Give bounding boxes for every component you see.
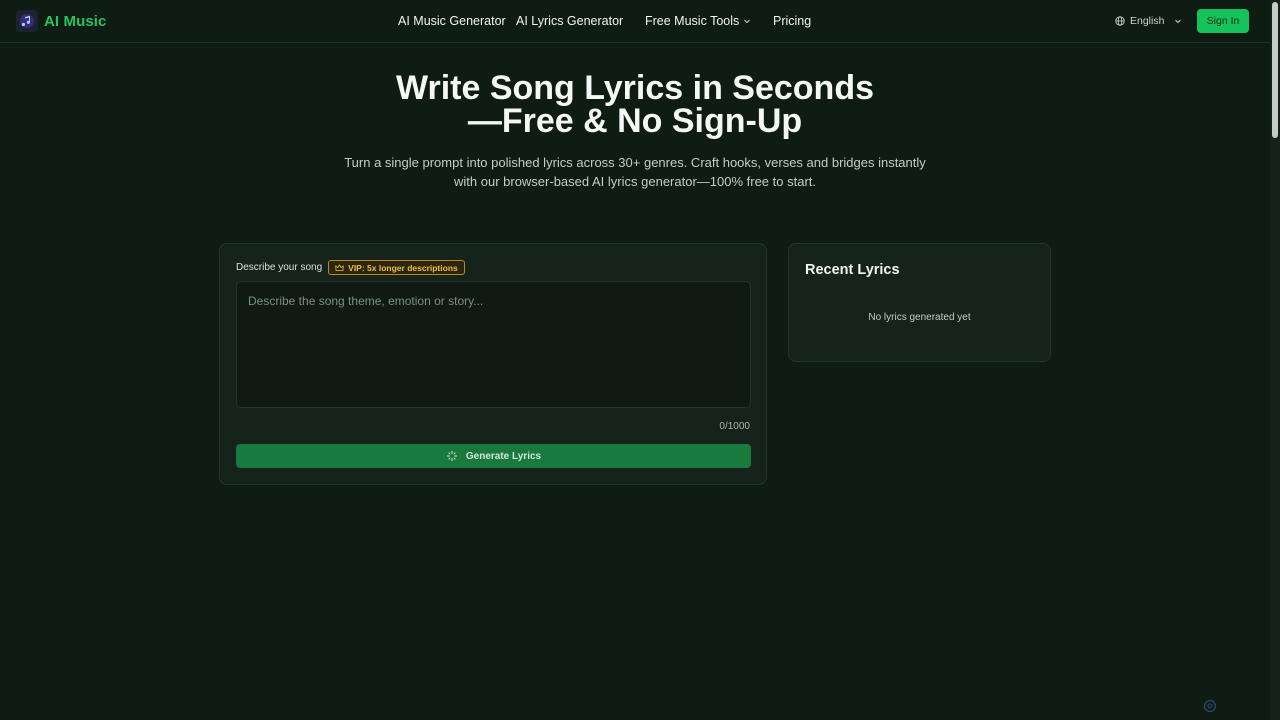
nav-pricing[interactable]: Pricing [773, 14, 811, 28]
description-label-row: Describe your song VIP: 5x longer descri… [236, 260, 465, 275]
chevron-down-icon [744, 19, 751, 24]
sign-in-button[interactable]: Sign In [1197, 9, 1249, 33]
hero-title: Write Song Lyrics in Seconds —Free & No … [0, 71, 1270, 140]
top-navigation-bar: AI Music AI Music Generator AI Lyrics Ge… [0, 0, 1270, 43]
description-label: Describe your song [236, 262, 323, 273]
globe-icon [1115, 16, 1125, 26]
main-nav: AI Music Generator AI Lyrics Generator F… [0, 14, 1270, 30]
chevron-down-icon [1175, 19, 1182, 24]
vip-badge-label: VIP: 5x longer descriptions [348, 262, 458, 273]
hero-title-line-2: —Free & No Sign-Up [467, 102, 803, 140]
sparkle-icon [446, 451, 457, 461]
hero-subtitle: Turn a single prompt into polished lyric… [335, 153, 935, 191]
nav-ai-music-generator[interactable]: AI Music Generator [398, 14, 506, 28]
character-counter: 0/1000 [719, 421, 750, 432]
recent-lyrics-card: Recent Lyrics No lyrics generated yet [788, 243, 1051, 362]
crown-icon [335, 263, 344, 271]
recent-lyrics-title: Recent Lyrics [805, 262, 900, 278]
hero-subtitle-line-2: with our browser-based AI lyrics generat… [454, 174, 816, 189]
hero-subtitle-line-1: Turn a single prompt into polished lyric… [344, 155, 926, 170]
language-label: English [1130, 15, 1165, 27]
language-selector[interactable]: English [1115, 15, 1183, 27]
nav-free-music-tools[interactable]: Free Music Tools [645, 14, 751, 28]
vip-badge: VIP: 5x longer descriptions [328, 260, 465, 275]
nav-free-music-tools-label: Free Music Tools [645, 14, 740, 28]
song-description-input[interactable] [236, 281, 751, 408]
page: AI Music AI Music Generator AI Lyrics Ge… [0, 0, 1280, 720]
recent-lyrics-empty-state: No lyrics generated yet [868, 312, 971, 323]
generate-lyrics-button[interactable]: Generate Lyrics [236, 444, 751, 468]
generate-lyrics-label: Generate Lyrics [465, 450, 542, 462]
scrollbar-thumb[interactable] [1272, 2, 1278, 138]
lyrics-generator-card: Describe your song VIP: 5x longer descri… [219, 243, 767, 485]
help-widget-icon[interactable] [1203, 699, 1217, 713]
nav-ai-lyrics-generator[interactable]: AI Lyrics Generator [516, 14, 623, 28]
